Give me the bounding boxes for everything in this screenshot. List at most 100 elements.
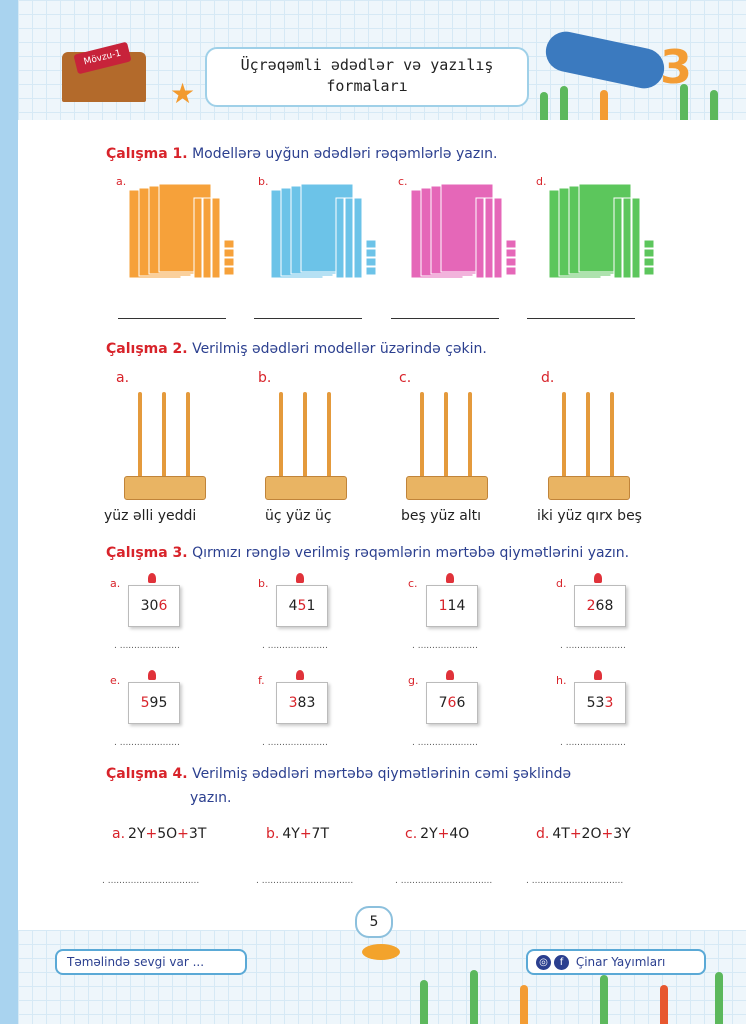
abacus-base [406,476,488,500]
seaweed-icon [715,972,723,1024]
abacus-d[interactable] [548,390,630,500]
answer-line[interactable]: . ..................... [262,641,328,651]
pin-icon [594,573,602,583]
answer-line[interactable]: . ................................ [102,876,199,886]
answer-line[interactable]: . ................................ [395,876,492,886]
answer-line[interactable]: . ..................... [560,641,626,651]
seaweed-icon [680,84,688,120]
answer-line[interactable] [254,318,362,319]
digit: 83 [297,695,316,711]
exercise-label: Çalışma 2. [106,341,188,357]
page-title: Üçrəqəmli ədədlər və yazılış formaları [205,47,529,107]
plus-sign: + [299,826,312,842]
abacus-rod [444,392,448,480]
seaweed-icon [420,980,428,1024]
place-value-term: 3T [188,826,207,842]
abacus-rod [610,392,614,480]
item-letter: b. [258,370,272,386]
place-value-term: 5O [157,826,178,842]
base-ten-model [128,183,235,279]
answer-line[interactable]: . ..................... [262,738,328,748]
abacus-b[interactable] [265,390,347,500]
answer-line[interactable]: . ..................... [412,641,478,651]
exercise-1-heading: Çalışma 1. Modellərə uyğun ədədləri rəqə… [106,146,497,162]
tens-rod [193,197,203,279]
page-number: 5 [355,906,393,938]
number-card: 268 [574,585,626,627]
ones-cube [505,266,517,276]
item-letter: g. [408,674,419,687]
exercise-text: Verilmiş ədədləri modellər üzərində çəki… [192,341,487,357]
ones-cube [223,266,235,276]
answer-line[interactable] [118,318,226,319]
publisher-name: Çinar Yayımları [575,955,666,969]
number-card: 306 [128,585,180,627]
answer-line[interactable]: . ................................ [526,876,623,886]
item-letter: a. [110,577,121,590]
abacus-rod [420,392,424,480]
tens-rod [613,197,623,279]
left-decorative-strip [0,0,18,1024]
answer-line[interactable]: . ................................ [256,876,353,886]
exercise-text: Verilmiş ədədləri mərtəbə qiymətlərinin … [192,766,572,782]
item-letter: e. [110,674,121,687]
place-value-term: 4O [449,826,470,842]
exercise-4-heading-line-2: yazın. [190,790,232,806]
number-in-words: iki yüz qırx beş [537,508,642,524]
coral-icon [520,985,528,1024]
abacus-base [124,476,206,500]
base-ten-model [548,183,655,279]
place-value-term: 2Y [128,826,146,842]
abacus-a[interactable] [124,390,206,500]
title-line-1: Üçrəqəmli ədədlər və yazılış [240,56,494,74]
tens-rod [475,197,485,279]
exercise-label: Çalışma 4. [106,766,188,782]
ones-cube [365,248,377,258]
pin-icon [296,573,304,583]
tens-rod [344,197,354,279]
digit: 7 [438,695,448,711]
answer-line[interactable]: . ..................... [114,738,180,748]
seaweed-icon [560,86,568,120]
facebook-icon: f [554,955,569,970]
instagram-icon: ◎ [536,955,551,970]
item-letter: c. [405,826,418,842]
seaweed-icon [540,92,548,120]
exercise-label: Çalışma 1. [106,146,188,162]
abacus-rod [138,392,142,480]
abacus-rod [303,392,307,480]
tens-rod [484,197,494,279]
answer-line[interactable]: . ..................... [114,641,180,651]
answer-line[interactable]: . ..................... [412,738,478,748]
pin-icon [148,573,156,583]
place-value-expression: b. 4Y+7T [266,826,329,842]
abacus-rod [279,392,283,480]
place-value-expression: d. 4T+2O+3Y [536,826,631,842]
highlighted-digit: 3 [604,695,614,711]
tens-rod [493,197,503,279]
abacus-base [265,476,347,500]
highlighted-digit: 6 [158,598,168,614]
publisher-pill: ◎ f Çinar Yayımları [526,949,706,975]
plus-sign: + [569,826,582,842]
plus-sign: + [177,826,189,842]
answer-line[interactable] [391,318,499,319]
exercise-text: Modellərə uyğun ədədləri rəqəmlərlə yazı… [192,146,498,162]
tens-rod [353,197,363,279]
number-card: 766 [426,682,478,724]
pin-icon [594,670,602,680]
digit: 68 [595,598,614,614]
digit: 53 [586,695,605,711]
answer-line[interactable] [527,318,635,319]
place-value-expression: c. 2Y+4O [405,826,469,842]
ones-cube [643,248,655,258]
seaweed-icon [600,975,608,1024]
answer-line[interactable]: . ..................... [560,738,626,748]
abacus-rod [562,392,566,480]
exercise-4-heading: Çalışma 4. Verilmiş ədədləri mərtəbə qiy… [106,766,571,782]
abacus-c[interactable] [406,390,488,500]
item-letter: a. [112,826,126,842]
number-card: 595 [128,682,180,724]
place-value-term: 2Y [420,826,438,842]
ones-cube [223,239,235,249]
